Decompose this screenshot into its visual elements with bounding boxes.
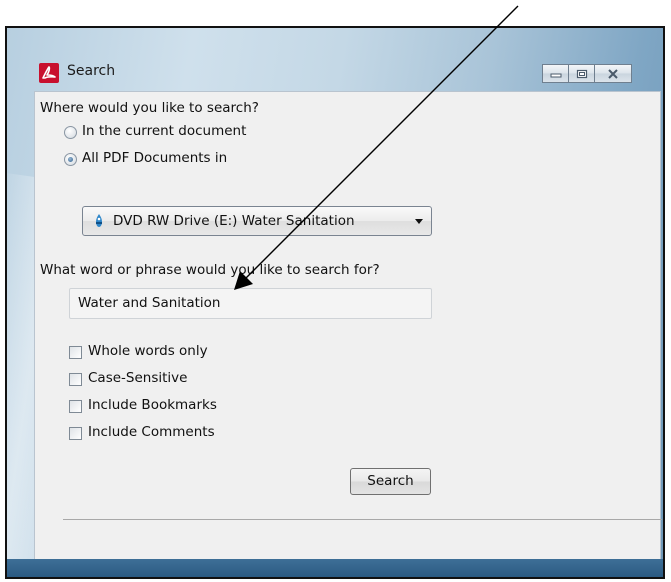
- divider: [63, 519, 662, 520]
- close-button[interactable]: [594, 64, 632, 83]
- radio-all-pdf-documents-label[interactable]: All PDF Documents in: [82, 150, 227, 166]
- search-location-dropdown[interactable]: DVD RW Drive (E:) Water Sanitation: [82, 206, 432, 236]
- case-sensitive-checkbox[interactable]: [69, 373, 82, 386]
- include-comments-label[interactable]: Include Comments: [88, 424, 215, 440]
- screenshot-page: Search Where would you like to search? I…: [0, 0, 671, 582]
- whole-words-checkbox[interactable]: [69, 346, 82, 359]
- search-window: Search Where would you like to search? I…: [5, 26, 665, 579]
- phrase-question: What word or phrase would you like to se…: [40, 262, 380, 278]
- close-icon: [608, 68, 618, 79]
- maximize-icon: [576, 69, 587, 78]
- case-sensitive-label[interactable]: Case-Sensitive: [88, 370, 187, 386]
- minimize-icon: [550, 73, 561, 77]
- include-comments-checkbox[interactable]: [69, 427, 82, 440]
- minimize-button[interactable]: [542, 64, 569, 83]
- dialog-body: Where would you like to search? In the c…: [34, 91, 662, 577]
- chevron-down-icon[interactable]: [415, 219, 423, 224]
- radio-current-document-label[interactable]: In the current document: [82, 123, 246, 139]
- title-bar[interactable]: Search: [7, 28, 663, 88]
- search-button[interactable]: Search: [350, 468, 431, 495]
- include-bookmarks-label[interactable]: Include Bookmarks: [88, 397, 217, 413]
- window-controls: [542, 64, 632, 83]
- search-phrase-input[interactable]: Water and Sanitation: [69, 288, 432, 319]
- search-location-value: DVD RW Drive (E:) Water Sanitation: [113, 213, 355, 229]
- radio-current-document[interactable]: [64, 126, 77, 139]
- where-question: Where would you like to search?: [40, 100, 259, 116]
- maximize-button[interactable]: [568, 64, 595, 83]
- whole-words-label[interactable]: Whole words only: [88, 343, 208, 359]
- adobe-pdf-icon: [39, 63, 59, 83]
- dvd-drive-icon: [93, 213, 105, 229]
- window-title: Search: [67, 63, 116, 79]
- include-bookmarks-checkbox[interactable]: [69, 400, 82, 413]
- radio-all-pdf-documents[interactable]: [64, 153, 77, 166]
